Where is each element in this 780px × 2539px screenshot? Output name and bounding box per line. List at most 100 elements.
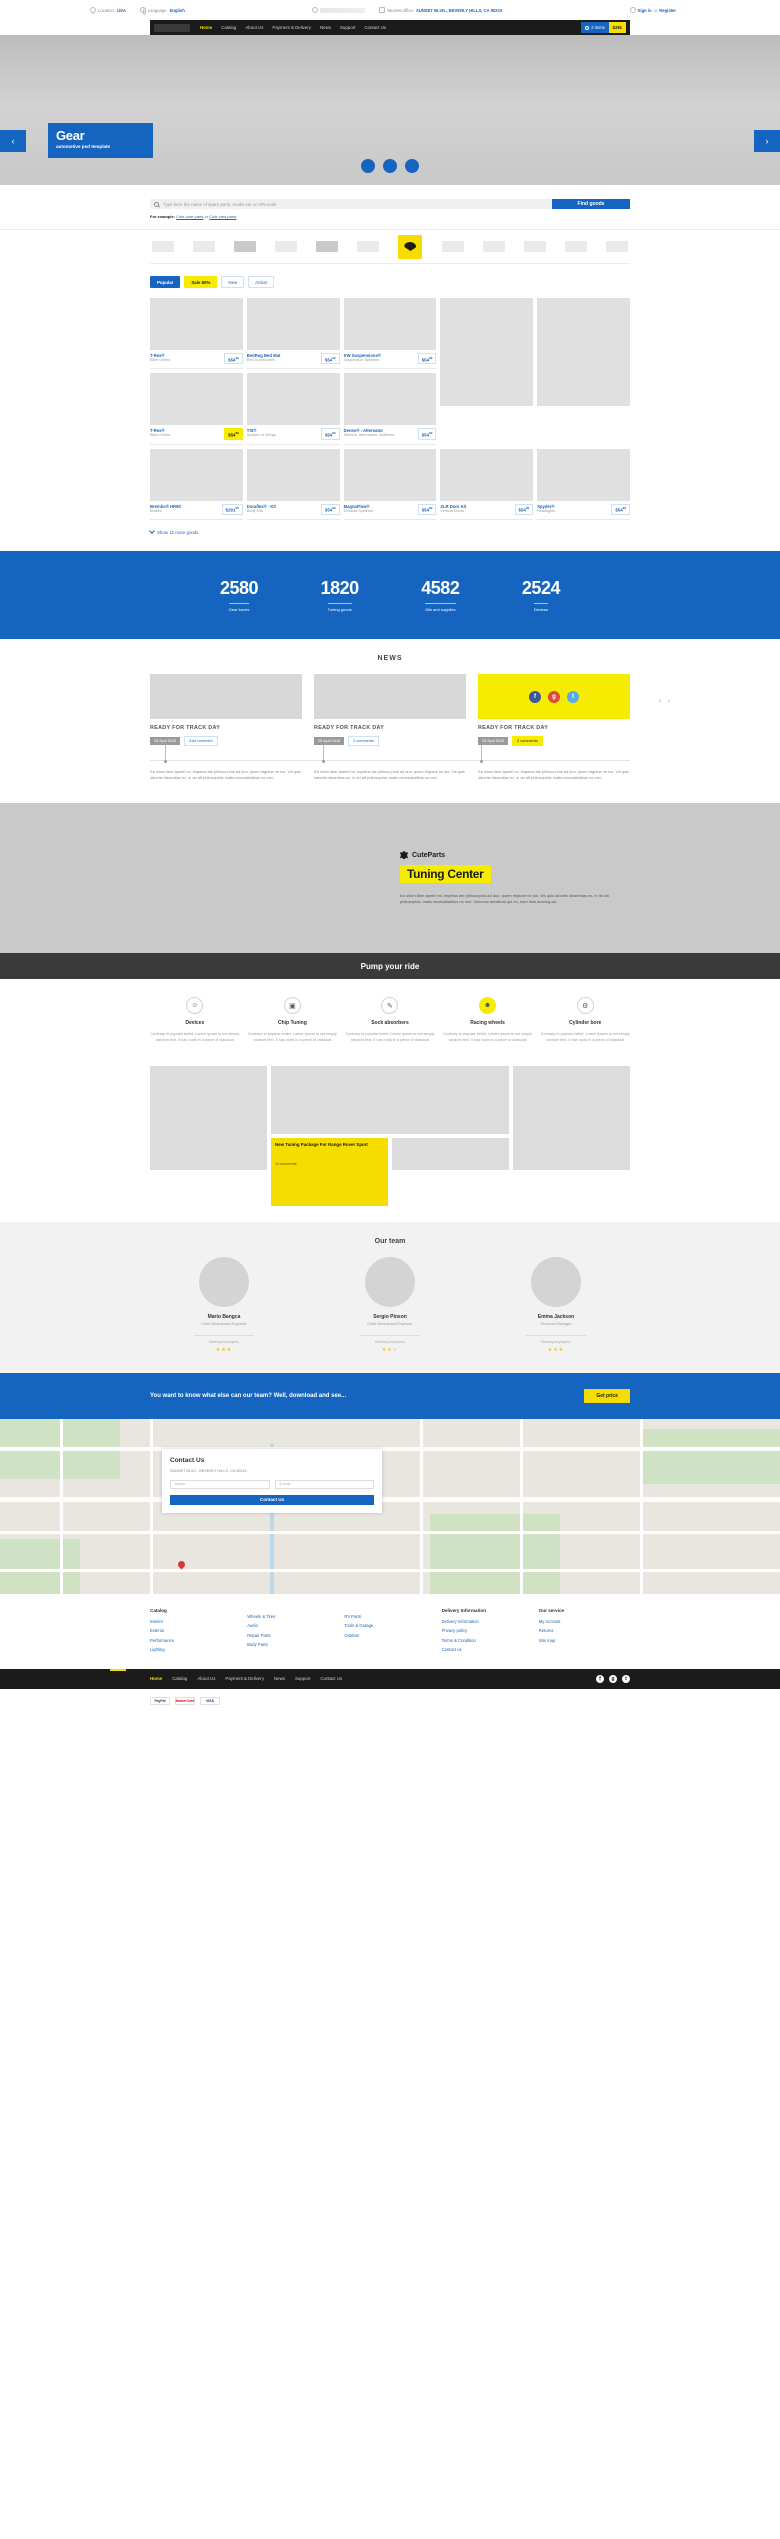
news-title[interactable]: READY FOR TRACK DAY bbox=[478, 725, 630, 731]
nav-item-catalog[interactable]: Catalog bbox=[221, 25, 236, 30]
gallery-promo-comments[interactable]: 14 comments bbox=[275, 1162, 384, 1166]
footer-link[interactable]: My Account bbox=[539, 1619, 630, 1624]
team-member[interactable]: Mario Bangca Chief Mechanical Engineer R… bbox=[150, 1256, 298, 1353]
footer-nav-contact-us[interactable]: Contact Us bbox=[320, 1676, 342, 1681]
phone-number[interactable] bbox=[312, 7, 366, 13]
gallery-promo-card[interactable]: New Tuning Package For Range Rover Sport… bbox=[271, 1137, 388, 1206]
brand-logo-3[interactable] bbox=[234, 241, 257, 252]
google-plus-icon[interactable]: g bbox=[548, 690, 560, 703]
hero-dot-2[interactable] bbox=[383, 159, 397, 173]
nav-item-about-us[interactable]: About Us bbox=[245, 25, 263, 30]
gallery-image-3[interactable] bbox=[513, 1065, 630, 1170]
news-comments-link[interactable]: Add comment bbox=[184, 736, 218, 747]
footer-link[interactable]: Terms & Condition bbox=[442, 1638, 533, 1643]
footer-nav-about-us[interactable]: About Us bbox=[197, 1676, 215, 1681]
contact-name-input[interactable]: Name bbox=[170, 1479, 270, 1489]
news-title[interactable]: READY FOR TRACK DAY bbox=[150, 725, 302, 731]
google-plus-icon[interactable]: g bbox=[609, 1674, 617, 1683]
footer-link[interactable]: Tools & Garage bbox=[344, 1623, 435, 1628]
show-more-goods-button[interactable]: Show 12 more goods bbox=[149, 528, 630, 535]
footer-link[interactable]: Repair Parts bbox=[247, 1633, 338, 1638]
footer-link[interactable]: Exterior bbox=[150, 1628, 241, 1633]
brand-logo-9[interactable] bbox=[523, 241, 546, 252]
cart-items-count[interactable]: 2 items bbox=[581, 22, 609, 33]
brand-logo-5[interactable] bbox=[316, 241, 339, 252]
feature-item[interactable]: ☻ Racing wheels Contrary to popular beli… bbox=[443, 997, 533, 1043]
hero-prev-button[interactable]: ‹ bbox=[0, 130, 26, 152]
feature-item[interactable]: ▣ Chip Tuning Contrary to popular belief… bbox=[248, 997, 338, 1043]
product-card[interactable]: Duraflex® - Kit Body Kits $5499 bbox=[246, 448, 340, 521]
brand-logo-6[interactable] bbox=[357, 241, 380, 252]
search-input[interactable]: Type here the name of spare parts, model… bbox=[150, 199, 552, 209]
footer-nav-catalog[interactable]: Catalog bbox=[172, 1676, 187, 1681]
footer-link[interactable]: Site map bbox=[539, 1638, 630, 1643]
product-card-featured[interactable] bbox=[537, 298, 630, 445]
get-price-button[interactable]: Get price bbox=[584, 1388, 630, 1403]
product-card[interactable]: T-Rex® Billet Grilles $5499 bbox=[150, 373, 243, 445]
product-card[interactable]: Denso® - Alternator Starters, Alternator… bbox=[343, 373, 437, 445]
hero-dot-3[interactable] bbox=[405, 159, 419, 173]
nav-item-home[interactable]: Home bbox=[200, 25, 212, 30]
footer-nav-support[interactable]: Support bbox=[295, 1676, 310, 1681]
gallery-image-4[interactable] bbox=[392, 1137, 509, 1170]
product-card[interactable]: KW Suspensions® Suspension Systems $5499 bbox=[343, 298, 437, 370]
facebook-icon[interactable]: f bbox=[529, 690, 541, 703]
gallery-image-2[interactable] bbox=[271, 1065, 509, 1134]
news-comments-link[interactable]: 2 comments bbox=[512, 736, 543, 747]
footer-link[interactable]: Audio bbox=[247, 1623, 338, 1628]
product-card[interactable]: BedRug Bed Mat Bed Accessories $5499 bbox=[246, 298, 340, 370]
tab-popular[interactable]: Popular bbox=[150, 276, 181, 288]
product-card[interactable]: TSI® Spoilers & Wings $5499 bbox=[246, 373, 340, 445]
hero-dot-1[interactable] bbox=[361, 159, 375, 173]
language-selector[interactable]: Language: English bbox=[139, 7, 185, 15]
product-card[interactable]: Spyder® Headlights $5499 bbox=[537, 448, 630, 521]
brand-logo-1[interactable] bbox=[152, 241, 174, 252]
news-comments-link[interactable]: 2 comments bbox=[348, 736, 379, 747]
sign-in-link[interactable]: Sign in bbox=[638, 8, 652, 13]
footer-link[interactable]: Contact us bbox=[442, 1647, 533, 1652]
tab-sale[interactable]: Sale 50% bbox=[184, 276, 218, 288]
product-card[interactable]: T-Rex® Billet Grilles $5499 bbox=[150, 298, 243, 370]
register-link[interactable]: Register bbox=[659, 8, 676, 13]
map-section[interactable]: Contact Us SUNSET BLVD., BEVERLY HILLS, … bbox=[0, 1418, 780, 1594]
brand-logo-7[interactable] bbox=[441, 241, 464, 252]
hero-next-button[interactable]: › bbox=[754, 130, 780, 152]
site-logo[interactable] bbox=[154, 23, 190, 32]
nav-item-news[interactable]: News bbox=[320, 25, 331, 30]
tab-new[interactable]: New bbox=[221, 276, 245, 288]
footer-link[interactable]: Delivery Information bbox=[442, 1619, 533, 1624]
feature-item[interactable]: ⚙ Cylinder bore Contrary to popular beli… bbox=[540, 997, 630, 1043]
footer-nav-payment-delivery[interactable]: Payment & Delivery bbox=[225, 1676, 264, 1681]
product-card[interactable]: MagnaFlow® Exhaust Systems $5499 bbox=[343, 448, 437, 521]
find-goods-button[interactable]: Find goods bbox=[552, 199, 630, 209]
team-member[interactable]: Sergio Pinson Chief Mechanical Engineer … bbox=[316, 1256, 464, 1353]
footer-link[interactable]: Lighting bbox=[150, 1647, 241, 1652]
contact-email-input[interactable]: E-mail bbox=[274, 1479, 374, 1489]
facebook-icon[interactable]: f bbox=[596, 1674, 604, 1683]
footer-link[interactable]: Interior bbox=[150, 1619, 241, 1624]
cart-total[interactable]: $281 bbox=[608, 22, 626, 33]
gallery-image-1[interactable] bbox=[150, 1065, 267, 1170]
brand-logo-2[interactable] bbox=[193, 241, 216, 252]
product-card-featured[interactable] bbox=[440, 298, 534, 445]
footer-link[interactable]: Wheels & Tires bbox=[247, 1614, 338, 1619]
footer-link[interactable]: Performance bbox=[150, 1638, 241, 1643]
news-next-button[interactable]: › bbox=[667, 696, 670, 705]
brand-logo-4[interactable] bbox=[275, 241, 298, 252]
nav-item-support[interactable]: Support bbox=[340, 25, 355, 30]
footer-nav-home[interactable]: Home bbox=[150, 1676, 162, 1681]
product-card[interactable]: ZLR Door Kit Vertical Doors $5499 bbox=[440, 448, 534, 521]
brand-logo-selected[interactable] bbox=[398, 234, 423, 259]
example-link-1[interactable]: Cute-cute parts bbox=[176, 214, 203, 219]
brand-logo-11[interactable] bbox=[605, 241, 628, 252]
example-link-2[interactable]: Cute cars parts bbox=[209, 214, 236, 219]
product-card[interactable]: Brembo® HR80 Brakes $29195 bbox=[150, 448, 243, 521]
cart-widget[interactable]: 2 items $281 bbox=[581, 20, 626, 35]
twitter-icon[interactable]: t bbox=[622, 1674, 630, 1683]
location-value[interactable]: USA bbox=[117, 8, 126, 13]
twitter-icon[interactable]: t bbox=[567, 690, 579, 703]
news-card[interactable]: READY FOR TRACK DAY 25 April 2015 2 comm… bbox=[314, 674, 466, 747]
footer-link[interactable]: RV Parts bbox=[344, 1614, 435, 1619]
map-marker[interactable] bbox=[176, 1559, 187, 1570]
brand-logo-10[interactable] bbox=[564, 241, 587, 252]
